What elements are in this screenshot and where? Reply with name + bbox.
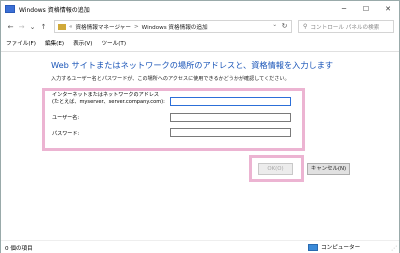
computer-icon [308, 243, 318, 251]
item-count: 0 個の項目 [5, 246, 33, 252]
forward-icon[interactable]: → [16, 23, 27, 31]
username-label: ユーザー名: [52, 115, 80, 121]
status-bar: 0 個の項目 コンピューター ⋰ [1, 240, 399, 253]
control-panel-icon [58, 23, 66, 30]
search-input[interactable]: ⚲ コントロール パネルの検索 [298, 20, 394, 33]
recent-locations-icon[interactable]: ⌄ [27, 23, 38, 31]
menu-file[interactable]: ファイル(F) [6, 39, 36, 50]
title-bar: Windows 資格情報の追加 ─ ☐ ✕ [1, 1, 399, 17]
page-description: 入力するユーザー名とパスワードが、この場所へのアクセスに使用できるかどうかが確認… [51, 76, 290, 82]
menu-view[interactable]: 表示(V) [73, 39, 92, 50]
credential-manager-icon [5, 5, 15, 13]
resize-grip-icon[interactable]: ⋰ [391, 245, 397, 252]
dialog-window: Windows 資格情報の追加 ─ ☐ ✕ ← → ⌄ ↑ « 資格情報マネージ… [0, 0, 400, 253]
ok-button[interactable]: OK(O) [258, 163, 293, 175]
menu-tools[interactable]: ツール(T) [101, 39, 126, 50]
search-placeholder: コントロール パネルの検索 [310, 24, 380, 31]
page-title: Web サイトまたはネットワークの場所のアドレスと、資格情報を入力します [51, 60, 334, 70]
address-label-line2: (たとえば、myserver、server.company.com): [52, 99, 165, 105]
address-field[interactable] [170, 97, 291, 106]
cancel-button[interactable]: キャンセル(N) [307, 163, 350, 175]
username-field[interactable] [170, 113, 291, 122]
breadcrumb-add-credential[interactable]: Windows 資格情報の追加 [142, 23, 208, 31]
address-label: インターネットまたはネットワークのアドレス (たとえば、myserver、ser… [52, 92, 165, 106]
breadcrumb-separator: > [133, 23, 139, 30]
window-title: Windows 資格情報の追加 [19, 6, 90, 14]
back-icon[interactable]: ← [5, 23, 16, 31]
menu-divider [1, 51, 399, 52]
refresh-icon[interactable]: ↻ [279, 21, 290, 32]
location-label: コンピューター [321, 245, 361, 251]
search-icon: ⚲ [303, 23, 308, 30]
breadcrumb-credential-manager[interactable]: 資格情報マネージャー [75, 23, 131, 31]
address-dropdown-icon[interactable]: ⌄ [272, 22, 277, 28]
menu-edit[interactable]: 編集(E) [45, 39, 64, 50]
location-indicator: コンピューター [308, 243, 360, 251]
minimize-button[interactable]: ─ [333, 1, 355, 17]
password-field[interactable] [170, 128, 291, 137]
menu-bar: ファイル(F) 編集(E) 表示(V) ツール(T) [1, 39, 399, 50]
close-button[interactable]: ✕ [377, 1, 399, 17]
address-bar: ← → ⌄ ↑ « 資格情報マネージャー > Windows 資格情報の追加 ⌄… [1, 18, 399, 35]
window-controls: ─ ☐ ✕ [333, 1, 399, 17]
password-label: パスワード: [52, 131, 80, 137]
breadcrumb[interactable]: « 資格情報マネージャー > Windows 資格情報の追加 ⌄ ↻ [54, 20, 292, 33]
address-label-line1: インターネットまたはネットワークのアドレス [52, 92, 159, 98]
up-icon[interactable]: ↑ [38, 23, 49, 31]
breadcrumb-overflow[interactable]: « [69, 24, 72, 30]
maximize-button[interactable]: ☐ [355, 1, 377, 17]
